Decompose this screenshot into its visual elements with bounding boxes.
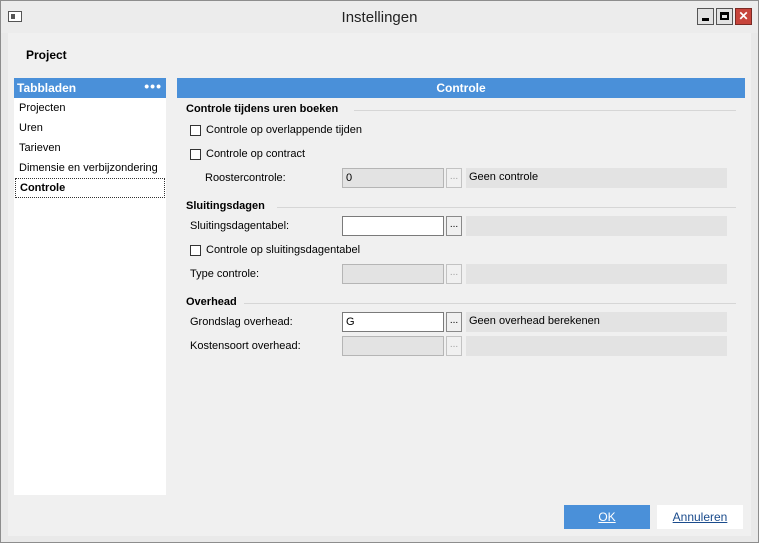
grondslag-lookup-button[interactable]: ... <box>446 312 462 332</box>
grondslag-input[interactable]: G <box>342 312 444 332</box>
sidebar-item-projecten[interactable]: Projecten <box>14 98 166 118</box>
contract-label: Controle op contract <box>206 148 306 160</box>
panel-title: Controle <box>177 78 745 98</box>
sluiting-tabel-label: Sluitingsdagentabel: <box>190 220 290 232</box>
type-controle-input[interactable] <box>342 264 444 284</box>
group-title-uren: Controle tijdens uren boeken <box>186 103 339 115</box>
group-title-overhead: Overhead <box>186 296 237 308</box>
sidebar-item-uren[interactable]: Uren <box>14 118 166 138</box>
contract-checkbox[interactable] <box>190 149 201 160</box>
ok-button[interactable]: OK <box>564 505 650 529</box>
dialog-body: Project Tabbladen ••• Projecten Uren Tar… <box>8 33 751 536</box>
kostensoort-label: Kostensoort overhead: <box>190 340 301 352</box>
kostensoort-description <box>466 336 727 356</box>
type-controle-lookup-button[interactable]: ... <box>446 264 462 284</box>
section-title: Project <box>26 48 67 62</box>
minimize-button[interactable] <box>697 8 714 25</box>
settings-window: Instellingen ✕ Project Tabbladen ••• Pro… <box>0 0 759 543</box>
kostensoort-lookup-button[interactable]: ... <box>446 336 462 356</box>
ok-button-label: OK <box>598 510 616 524</box>
type-controle-label: Type controle: <box>190 268 260 280</box>
title-bar[interactable]: Instellingen ✕ <box>1 1 758 33</box>
rooster-label: Roostercontrole: <box>205 172 286 184</box>
type-controle-description <box>466 264 727 284</box>
group-divider <box>277 207 736 208</box>
sidebar-item-dimensie[interactable]: Dimensie en verbijzondering <box>14 158 166 178</box>
rooster-description: Geen controle <box>466 168 727 188</box>
sluiting-tabel-lookup-button[interactable]: ... <box>446 216 462 236</box>
group-divider <box>354 110 736 111</box>
sidebar-item-controle[interactable]: Controle <box>15 178 165 198</box>
overlap-label: Controle op overlappende tijden <box>206 124 362 136</box>
group-title-sluiting: Sluitingsdagen <box>186 200 265 212</box>
kostensoort-input[interactable] <box>342 336 444 356</box>
sidebar-item-tarieven[interactable]: Tarieven <box>14 138 166 158</box>
rooster-input[interactable]: 0 <box>342 168 444 188</box>
sidebar-header-label: Tabbladen <box>17 81 77 95</box>
close-button[interactable]: ✕ <box>735 8 752 25</box>
window-title: Instellingen <box>341 9 418 26</box>
sidebar-header: Tabbladen ••• <box>14 78 166 98</box>
sluiting-check-label: Controle op sluitingsdagentabel <box>206 244 361 256</box>
sluiting-tabel-input[interactable] <box>342 216 444 236</box>
cancel-button-label: Annuleren <box>672 510 728 524</box>
more-options-icon[interactable]: ••• <box>144 76 162 96</box>
sluiting-tabel-description <box>466 216 727 236</box>
group-divider <box>244 303 736 304</box>
sluiting-check-checkbox[interactable] <box>190 245 201 256</box>
tabs-sidebar: Tabbladen ••• Projecten Uren Tarieven Di… <box>14 78 166 495</box>
rooster-lookup-button[interactable]: ... <box>446 168 462 188</box>
grondslag-label: Grondslag overhead: <box>190 316 293 328</box>
maximize-button[interactable] <box>716 8 733 25</box>
overlap-checkbox[interactable] <box>190 125 201 136</box>
cancel-button[interactable]: Annuleren <box>657 505 743 529</box>
grondslag-description: Geen overhead berekenen <box>466 312 727 332</box>
